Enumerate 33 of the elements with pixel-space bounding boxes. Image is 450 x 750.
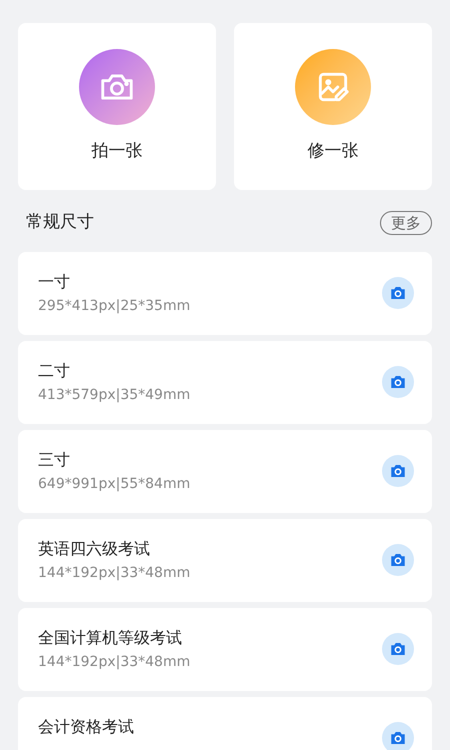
size-card[interactable]: 二寸 413*579px|35*49mm xyxy=(18,340,432,424)
size-spec: 413*579px|35*49mm xyxy=(38,386,190,404)
size-card[interactable]: 一寸 295*413px|25*35mm xyxy=(18,252,432,334)
size-card[interactable]: 会计资格考试 xyxy=(18,696,432,750)
camera-icon xyxy=(389,462,407,480)
section-title: 常规尺寸 xyxy=(26,211,94,234)
camera-button[interactable] xyxy=(382,633,414,665)
camera-button[interactable] xyxy=(382,722,414,750)
size-spec: 144*192px|33*48mm xyxy=(38,652,190,672)
size-spec: 295*413px|25*35mm xyxy=(38,296,190,316)
camera-icon xyxy=(389,373,407,391)
size-spec: 144*192px|33*48mm xyxy=(38,564,190,582)
camera-icon xyxy=(389,551,407,569)
size-spec: 649*991px|55*84mm xyxy=(38,474,190,494)
action-card[interactable]: 修一张 xyxy=(234,23,432,190)
size-card[interactable]: 全国计算机等级考试 144*192px|33*48mm xyxy=(18,608,432,690)
camera-button[interactable] xyxy=(382,366,414,398)
camera-button[interactable] xyxy=(382,277,414,309)
camera-button[interactable] xyxy=(382,455,414,487)
size-name: 二寸 xyxy=(38,360,71,382)
size-name: 全国计算机等级考试 xyxy=(38,626,183,648)
size-name: 三寸 xyxy=(38,448,71,470)
action-card[interactable]: 拍一张 xyxy=(18,23,216,190)
camera-icon xyxy=(389,729,407,747)
camera-icon xyxy=(389,640,407,658)
size-name: 一寸 xyxy=(38,270,71,292)
size-name: 会计资格考试 xyxy=(38,716,134,738)
size-name: 英语四六级考试 xyxy=(38,538,151,560)
size-card[interactable]: 三寸 649*991px|55*84mm xyxy=(18,430,432,512)
size-card[interactable]: 英语四六级考试 144*192px|33*48mm xyxy=(18,518,432,602)
camera-button[interactable] xyxy=(382,544,414,576)
more-button[interactable]: 更多 xyxy=(380,210,432,235)
camera-icon xyxy=(389,284,407,302)
